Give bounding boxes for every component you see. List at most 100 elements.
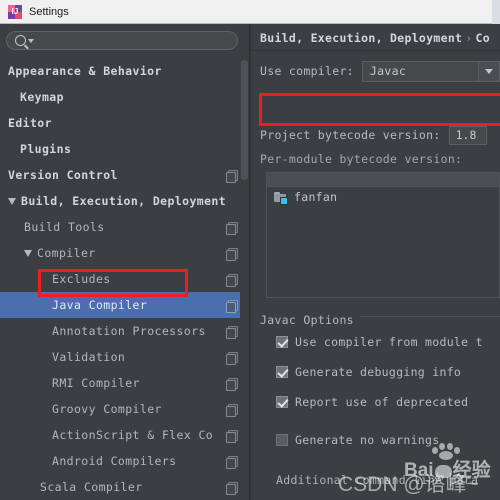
sidebar-item-validation[interactable]: Validation (0, 344, 249, 370)
module-name: fanfan (294, 190, 338, 204)
checkbox-icon[interactable] (276, 336, 288, 348)
sidebar-item-annotation-processors[interactable]: Annotation Processors (0, 318, 249, 344)
sidebar-scrollbar-track[interactable] (240, 24, 249, 500)
titlebar-right-strip (492, 0, 500, 24)
search-input[interactable] (34, 33, 237, 48)
sidebar-item-label: Editor (8, 116, 52, 130)
table-header (267, 173, 499, 187)
sidebar-item-groovy-compiler[interactable]: Groovy Compiler (0, 396, 249, 422)
checkbox-label: Generate debugging info (295, 365, 462, 379)
copy-settings-icon[interactable] (226, 299, 238, 313)
checkbox-report-use-of-deprecated[interactable]: Report use of deprecated (276, 395, 468, 409)
copy-settings-icon[interactable] (226, 429, 238, 443)
chevron-down-icon (485, 68, 493, 74)
search-container (6, 31, 238, 50)
sidebar-item-scala-compiler[interactable]: Scala Compiler (0, 474, 249, 500)
checkbox-label: Generate no warnings (295, 433, 440, 447)
settings-body: Appearance & Behavior Keymap Editor Plugins… (0, 24, 500, 500)
sidebar-item-build-execution-deployment[interactable]: Build, Execution, Deployment (0, 188, 249, 214)
sidebar-scrollbar-thumb[interactable] (241, 60, 248, 180)
sidebar-item-label: Build Tools (24, 220, 105, 234)
use-compiler-select[interactable]: Javac (361, 60, 500, 82)
sidebar-item-plugins[interactable]: Plugins (0, 136, 249, 162)
sidebar-item-label: Appearance & Behavior (8, 64, 162, 78)
sidebar-item-android-compilers[interactable]: Android Compilers (0, 448, 249, 474)
sidebar-item-keymap[interactable]: Keymap (0, 84, 249, 110)
window-title: Settings (29, 5, 69, 18)
module-folder-icon (274, 191, 288, 205)
intellij-idea-icon: IJ (8, 4, 22, 19)
copy-settings-icon[interactable] (226, 221, 238, 235)
checkbox-label: Report use of deprecated (295, 395, 469, 409)
settings-main-panel: Build, Execution, Deployment › Co Use comp… (251, 24, 500, 500)
use-compiler-dropdown-button[interactable] (478, 61, 499, 81)
sidebar-item-label: Excludes (52, 272, 111, 286)
sidebar-item-label: Java Compiler (52, 298, 148, 312)
copy-settings-icon[interactable] (226, 169, 238, 183)
checkbox-use-compiler-from-module[interactable]: Use compiler from module t (276, 335, 483, 349)
settings-tree: Appearance & Behavior Keymap Editor Plugins… (0, 58, 249, 500)
search-box[interactable] (6, 31, 238, 50)
checkbox-icon[interactable] (276, 434, 288, 446)
copy-settings-icon[interactable] (226, 325, 238, 339)
sidebar-item-version-control[interactable]: Version Control (0, 162, 249, 188)
copy-settings-icon[interactable] (226, 403, 238, 417)
breadcrumb-separator-icon: › (465, 31, 473, 45)
sidebar-item-java-compiler[interactable]: Java Compiler (0, 292, 249, 318)
sidebar-item-label: Groovy Compiler (52, 402, 162, 416)
breadcrumb-trail: Co (475, 31, 490, 45)
use-compiler-row: Use compiler: Javac (260, 60, 500, 82)
sidebar-item-appearance-behavior[interactable]: Appearance & Behavior (0, 58, 249, 84)
sidebar-item-label: Validation (52, 350, 126, 364)
use-compiler-value: Javac (369, 64, 407, 78)
search-icon (15, 35, 26, 46)
copy-settings-icon[interactable] (226, 247, 238, 261)
sidebar-item-excludes[interactable]: Excludes (0, 266, 249, 292)
sidebar-item-label: Build, Execution, Deployment (21, 194, 227, 208)
chevron-down-icon[interactable] (8, 197, 16, 205)
table-row[interactable]: fanfan (267, 187, 499, 207)
window-titlebar: IJ Settings (0, 0, 500, 24)
project-bytecode-row: Project bytecode version: 1.8 (260, 125, 500, 145)
sidebar-item-build-tools[interactable]: Build Tools (0, 214, 249, 240)
sidebar-item-actionscript-flex-co[interactable]: ActionScript & Flex Co (0, 422, 249, 448)
checkbox-label: Use compiler from module t (295, 335, 483, 349)
project-bytecode-label: Project bytecode version: (260, 128, 441, 142)
project-bytecode-input[interactable]: 1.8 (448, 125, 487, 145)
checkbox-generate-no-warnings[interactable]: Generate no warnings (276, 433, 439, 447)
checkbox-icon[interactable] (276, 396, 288, 408)
breadcrumb-root[interactable]: Build, Execution, Deployment (260, 31, 462, 45)
use-compiler-label: Use compiler: (260, 64, 354, 78)
settings-sidebar: Appearance & Behavior Keymap Editor Plugins… (0, 24, 249, 500)
sidebar-item-label: Version Control (8, 168, 118, 182)
per-module-bytecode-label: Per-module bytecode version: (260, 152, 463, 166)
settings-window: IJ Settings Appearance & Behavior Keymap E… (0, 0, 500, 500)
header-divider (251, 50, 500, 51)
checkbox-generate-debugging-info[interactable]: Generate debugging info (276, 365, 461, 379)
checkbox-icon[interactable] (276, 366, 288, 378)
sidebar-item-label: Scala Compiler (40, 480, 143, 494)
sidebar-item-editor[interactable]: Editor (0, 110, 249, 136)
sidebar-item-rmi-compiler[interactable]: RMI Compiler (0, 370, 249, 396)
copy-settings-icon[interactable] (226, 273, 238, 287)
copy-settings-icon[interactable] (226, 455, 238, 469)
chevron-down-icon[interactable] (24, 249, 32, 257)
sidebar-item-label: Annotation Processors (52, 324, 206, 338)
per-module-bytecode-table[interactable]: fanfan (266, 172, 500, 298)
breadcrumb: Build, Execution, Deployment › Co (260, 31, 490, 45)
section-divider (356, 316, 500, 317)
javac-options-title: Javac Options (260, 313, 360, 327)
project-bytecode-value: 1.8 (455, 128, 477, 142)
sidebar-item-label: Android Compilers (52, 454, 177, 468)
sidebar-item-label: RMI Compiler (52, 376, 140, 390)
sidebar-item-label: Plugins (20, 142, 72, 156)
copy-settings-icon[interactable] (226, 481, 238, 495)
javac-options-section-header: Javac Options (260, 309, 500, 327)
additional-command-line-parameters-label: Additional command line para (276, 473, 479, 487)
copy-settings-icon[interactable] (226, 377, 238, 391)
sidebar-item-label: Keymap (20, 90, 64, 104)
sidebar-item-label: ActionScript & Flex Co (52, 428, 214, 442)
sidebar-item-compiler[interactable]: Compiler (0, 240, 249, 266)
sidebar-item-label: Compiler (37, 246, 96, 260)
copy-settings-icon[interactable] (226, 351, 238, 365)
